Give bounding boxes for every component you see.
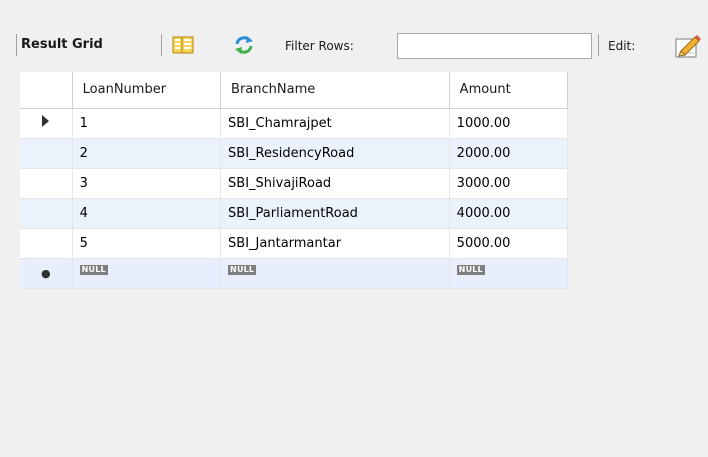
row-marker[interactable] xyxy=(20,198,73,229)
current-row-marker[interactable] xyxy=(20,108,73,139)
filter-rows-input[interactable] xyxy=(397,33,592,59)
result-grid: LoanNumber BranchName Amount 1 SBI_Chamr… xyxy=(20,72,569,289)
cell-loannumber[interactable]: 1 xyxy=(72,108,222,139)
null-badge: NULL xyxy=(228,264,257,275)
cell-loannumber[interactable]: 2 xyxy=(72,138,222,169)
cell-amount[interactable]: 5000.00 xyxy=(449,228,569,259)
table-row[interactable]: 3 SBI_ShivajiRoad 3000.00 xyxy=(20,168,569,199)
cell-amount[interactable]: 2000.00 xyxy=(449,138,569,169)
cell-branchname[interactable]: SBI_ShivajiRoad xyxy=(220,168,450,199)
cell-loannumber[interactable]: 3 xyxy=(72,168,222,199)
cell-amount[interactable]: 4000.00 xyxy=(449,198,569,229)
cell-amount[interactable]: 3000.00 xyxy=(449,168,569,199)
cell-branchname[interactable]: SBI_Jantarmantar xyxy=(220,228,450,259)
refresh-icon[interactable] xyxy=(233,35,255,55)
edit-pencil-icon[interactable] xyxy=(673,31,703,59)
cell-loannumber[interactable]: 4 xyxy=(72,198,222,229)
table-row[interactable]: 1 SBI_Chamrajpet 1000.00 xyxy=(20,108,569,139)
new-row[interactable]: ● NULL NULL NULL xyxy=(20,258,569,289)
column-header-branchname[interactable]: BranchName xyxy=(220,72,450,109)
new-row-star-icon: ● xyxy=(41,266,51,280)
row-marker[interactable] xyxy=(20,138,73,169)
cell-loannumber[interactable]: 5 xyxy=(72,228,222,259)
edit-label: Edit: xyxy=(608,39,636,53)
cell-amount[interactable]: NULL xyxy=(449,258,569,289)
panel-top-strip xyxy=(0,0,708,8)
toolbar-divider xyxy=(16,34,17,56)
cell-loannumber[interactable]: NULL xyxy=(72,258,222,289)
table-row[interactable]: 2 SBI_ResidencyRoad 2000.00 xyxy=(20,138,569,169)
current-row-arrow-icon xyxy=(42,115,50,127)
row-marker-header xyxy=(20,72,73,109)
cell-branchname[interactable]: SBI_Chamrajpet xyxy=(220,108,450,139)
column-header-loannumber[interactable]: LoanNumber xyxy=(72,72,222,109)
null-badge: NULL xyxy=(456,264,485,275)
panel-left-strip xyxy=(0,8,8,457)
cell-branchname[interactable]: SBI_ResidencyRoad xyxy=(220,138,450,169)
cell-branchname[interactable]: NULL xyxy=(220,258,450,289)
form-editor-icon[interactable] xyxy=(172,36,194,54)
result-grid-tab[interactable]: Result Grid xyxy=(21,36,103,54)
table-row[interactable]: 4 SBI_ParliamentRoad 4000.00 xyxy=(20,198,569,229)
null-badge: NULL xyxy=(79,264,108,275)
row-marker[interactable] xyxy=(20,168,73,199)
row-marker[interactable] xyxy=(20,228,73,259)
result-panel: Result Grid Filter Rows: Edit: LoanNumbe… xyxy=(0,0,708,457)
table-row[interactable]: 5 SBI_Jantarmantar 5000.00 xyxy=(20,228,569,259)
new-row-marker[interactable]: ● xyxy=(20,258,73,289)
toolbar-divider xyxy=(161,34,162,56)
toolbar-divider xyxy=(598,34,599,56)
cell-branchname[interactable]: SBI_ParliamentRoad xyxy=(220,198,450,229)
column-header-amount[interactable]: Amount xyxy=(449,72,569,109)
cell-amount[interactable]: 1000.00 xyxy=(449,108,569,139)
filter-rows-label: Filter Rows: xyxy=(285,39,354,53)
